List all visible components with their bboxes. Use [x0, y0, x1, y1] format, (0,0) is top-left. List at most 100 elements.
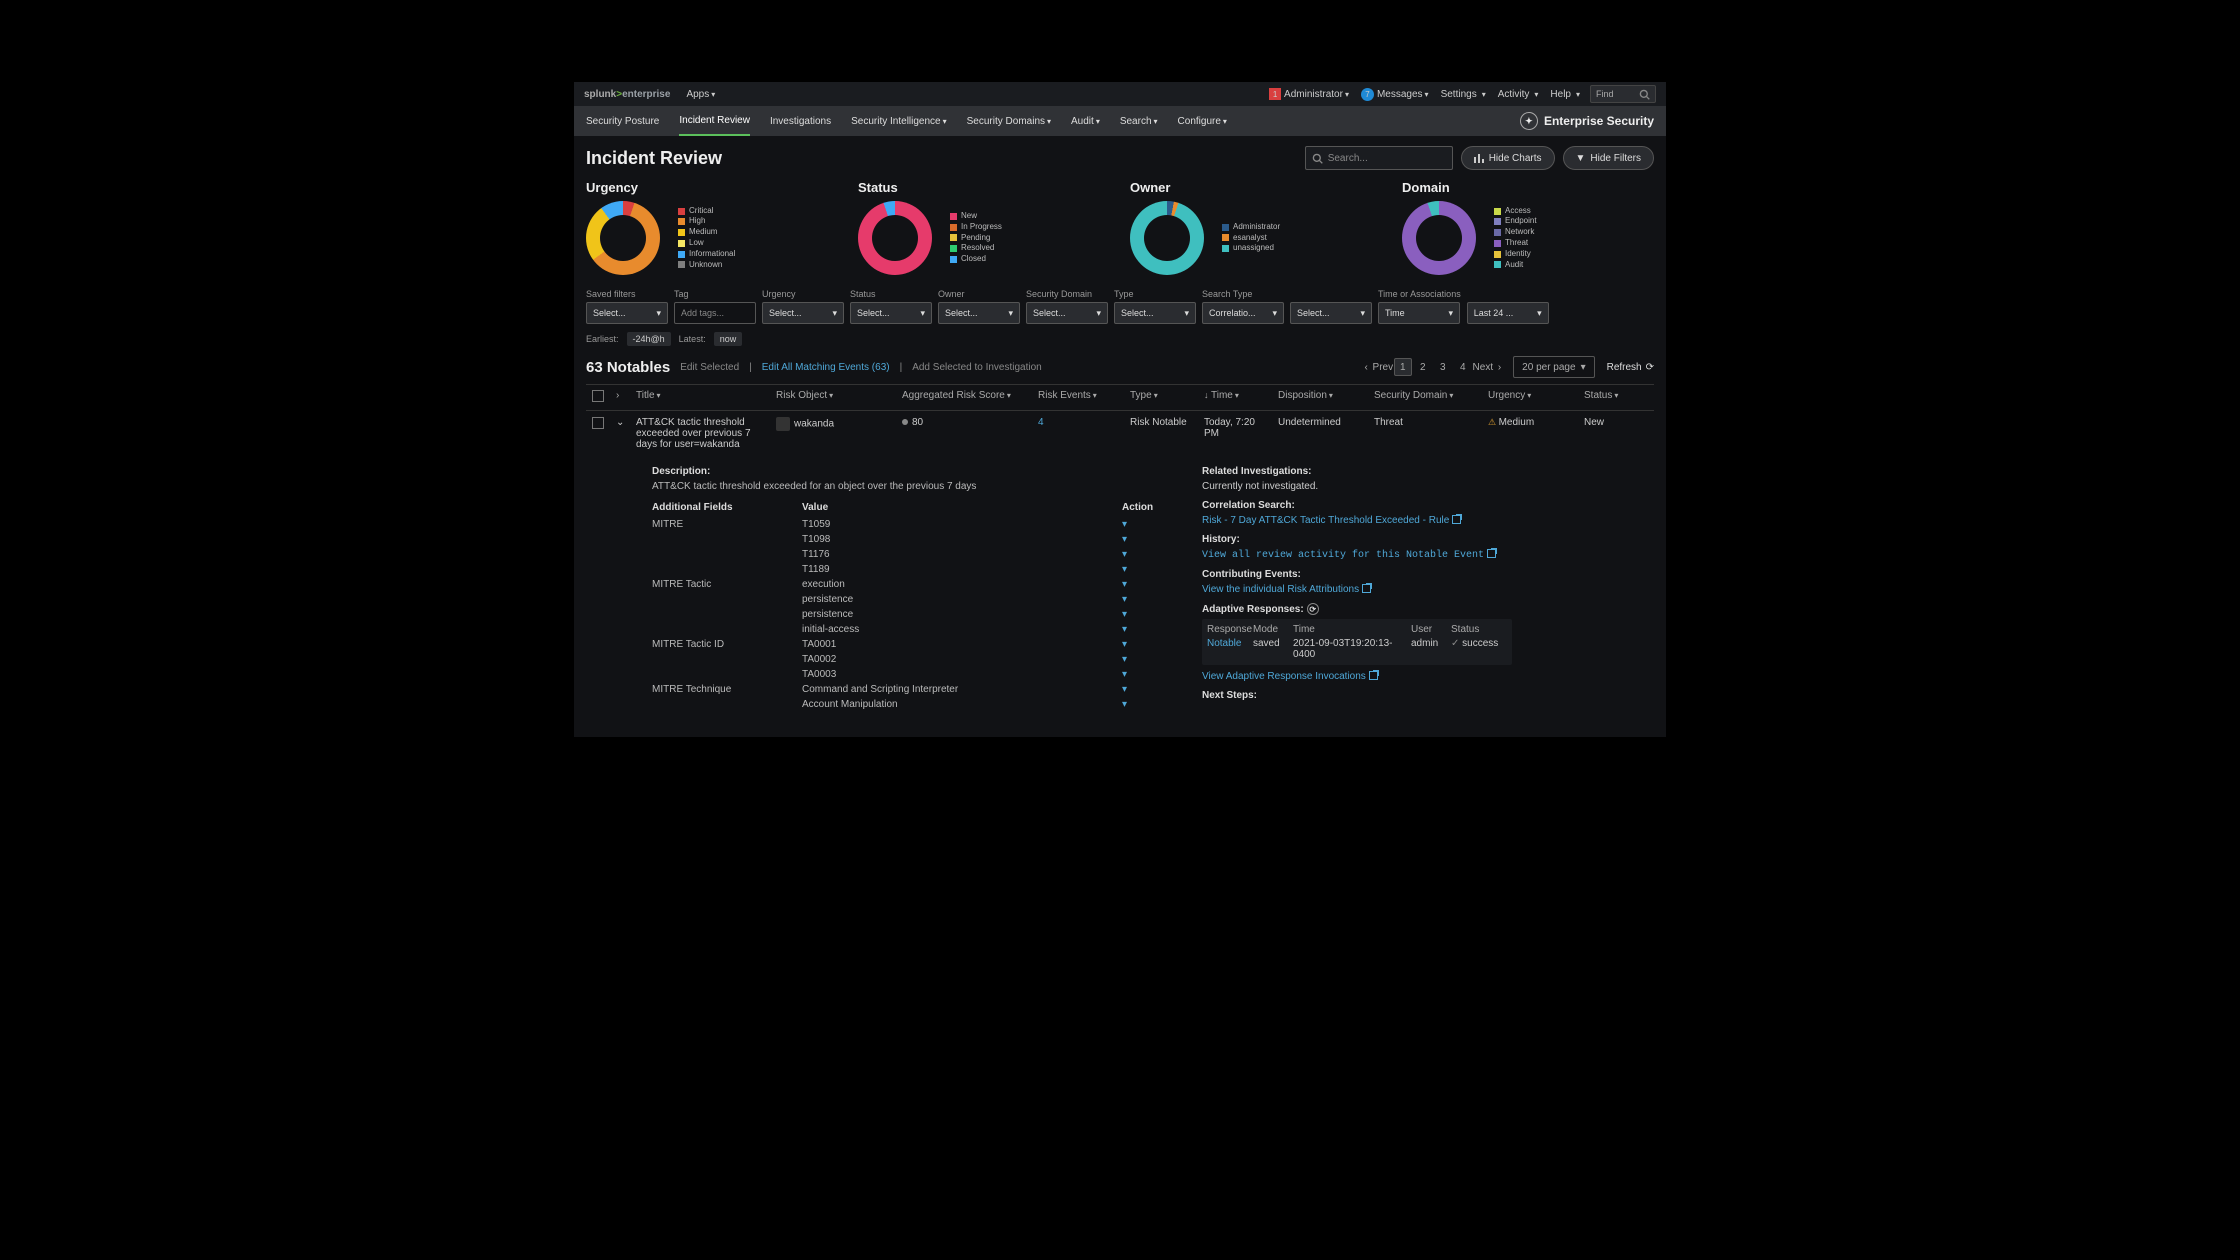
field-action-menu[interactable]: ▾	[1122, 534, 1152, 545]
correlation-search-link[interactable]: Risk - 7 Day ATT&CK Tactic Threshold Exc…	[1202, 515, 1449, 526]
nav-incident-review[interactable]: Incident Review	[679, 107, 750, 136]
related-investigations-text: Currently not investigated.	[1202, 481, 1512, 492]
field-action-menu[interactable]: ▾	[1122, 639, 1152, 650]
donut-chart	[1402, 201, 1476, 275]
filter-label: Time or Associations	[1378, 289, 1461, 299]
field-action-menu[interactable]: ▾	[1122, 564, 1152, 575]
cell-disposition: Undetermined	[1272, 417, 1368, 450]
administrator-menu[interactable]: 1 Administrator	[1269, 88, 1349, 100]
filter-label: Urgency	[762, 289, 844, 299]
filter-label: Security Domain	[1026, 289, 1108, 299]
field-action-menu[interactable]: ▾	[1122, 669, 1152, 680]
chart-urgency: Urgency CriticalHighMediumLowInformation…	[586, 180, 838, 275]
page-2-button[interactable]: 2	[1414, 358, 1432, 376]
activity-menu[interactable]: Activity	[1498, 89, 1539, 100]
tag-input[interactable]: Add tags...	[674, 302, 756, 324]
find-input[interactable]: Find	[1590, 85, 1656, 103]
edit-selected-link[interactable]: Edit Selected	[680, 362, 739, 373]
search-icon	[1639, 89, 1650, 100]
next-chevron-icon[interactable]: ›	[1498, 362, 1501, 373]
field-action-menu[interactable]: ▾	[1122, 519, 1152, 530]
field-action-menu[interactable]: ▾	[1122, 594, 1152, 605]
col-title[interactable]: Title	[630, 390, 770, 405]
page-4-button[interactable]: 4	[1454, 358, 1472, 376]
page-search-input[interactable]: Search...	[1305, 146, 1453, 170]
field-action-menu[interactable]: ▾	[1122, 624, 1152, 635]
prev-page-button[interactable]: Prev	[1374, 358, 1392, 376]
col-status[interactable]: Status	[1578, 390, 1638, 405]
earliest-pill[interactable]: -24h@h	[627, 332, 671, 346]
messages-count-icon: 7	[1361, 88, 1374, 101]
adaptive-response-link[interactable]: View Adaptive Response Invocations	[1202, 671, 1366, 682]
page-3-button[interactable]: 3	[1434, 358, 1452, 376]
field-action-menu[interactable]: ▾	[1122, 684, 1152, 695]
nav-security-posture[interactable]: Security Posture	[586, 108, 659, 135]
help-menu[interactable]: Help	[1550, 89, 1580, 100]
cell-events[interactable]: 4	[1032, 417, 1124, 450]
field-action-menu[interactable]: ▾	[1122, 654, 1152, 665]
nav-security-domains[interactable]: Security Domains	[967, 108, 1051, 135]
page-title: Incident Review	[586, 148, 722, 169]
hide-charts-button[interactable]: Hide Charts	[1461, 146, 1555, 170]
value-heading: Value	[802, 502, 1122, 513]
filter-select[interactable]: Select...▾	[1026, 302, 1108, 324]
col-score[interactable]: Aggregated Risk Score	[896, 390, 1032, 405]
bar-chart-icon	[1474, 153, 1484, 163]
contributing-events-link[interactable]: View the individual Risk Attributions	[1202, 584, 1359, 595]
latest-pill[interactable]: now	[714, 332, 743, 346]
response-link[interactable]: Notable	[1207, 638, 1253, 660]
nav-security-intelligence[interactable]: Security Intelligence	[851, 108, 947, 135]
page-1-button[interactable]: 1	[1394, 358, 1412, 376]
filter-select[interactable]: Select...▾	[1290, 302, 1372, 324]
filter-select[interactable]: Select...▾	[1114, 302, 1196, 324]
field-action-menu[interactable]: ▾	[1122, 699, 1152, 710]
row-expand-icon[interactable]: ⌄	[610, 417, 630, 450]
field-action-menu[interactable]: ▾	[1122, 609, 1152, 620]
filter-select[interactable]: Time▾	[1378, 302, 1460, 324]
nav-configure[interactable]: Configure	[1178, 108, 1227, 135]
add-to-investigation-link[interactable]: Add Selected to Investigation	[912, 362, 1042, 373]
field-action-menu[interactable]: ▾	[1122, 549, 1152, 560]
field-row: MITRE Tactic execution ▾	[652, 577, 1172, 592]
history-link[interactable]: View all review activity for this Notabl…	[1202, 550, 1484, 561]
messages-menu[interactable]: 7 Messages	[1361, 88, 1429, 101]
col-risk-object[interactable]: Risk Object	[770, 390, 896, 405]
app-navbar: Security Posture Incident Review Investi…	[574, 106, 1666, 136]
refresh-button[interactable]: Refresh ⟳	[1607, 362, 1654, 373]
field-row: T1189 ▾	[652, 562, 1172, 577]
nav-investigations[interactable]: Investigations	[770, 108, 831, 135]
select-all-checkbox[interactable]	[592, 390, 604, 402]
field-row: persistence ▾	[652, 607, 1172, 622]
filters-row: Saved filters Select...▾ Tag Add tags...…	[586, 289, 1654, 324]
prev-chevron-icon[interactable]: ‹	[1364, 362, 1367, 373]
nav-audit[interactable]: Audit	[1071, 108, 1100, 135]
filter-select[interactable]: Select...▾	[586, 302, 668, 324]
apps-menu[interactable]: Apps	[686, 89, 715, 100]
field-row: MITRE Technique Command and Scripting In…	[652, 682, 1172, 697]
contributing-events-heading: Contributing Events:	[1202, 569, 1512, 580]
filter-select[interactable]: Last 24 ...▾	[1467, 302, 1549, 324]
next-page-button[interactable]: Next	[1474, 358, 1492, 376]
table-row[interactable]: ⌄ ATT&CK tactic threshold exceeded over …	[586, 411, 1654, 456]
settings-menu[interactable]: Settings	[1441, 89, 1486, 100]
col-disposition[interactable]: Disposition	[1272, 390, 1368, 405]
row-checkbox[interactable]	[592, 417, 604, 429]
filter-select[interactable]: Select...▾	[850, 302, 932, 324]
correlation-search-heading: Correlation Search:	[1202, 500, 1512, 511]
col-type[interactable]: Type	[1124, 390, 1198, 405]
hide-filters-button[interactable]: ▼ Hide Filters	[1563, 146, 1654, 170]
field-action-menu[interactable]: ▾	[1122, 579, 1152, 590]
nav-search[interactable]: Search	[1120, 108, 1158, 135]
col-urgency[interactable]: Urgency	[1482, 390, 1578, 405]
filter-select[interactable]: Select...▾	[762, 302, 844, 324]
responses-table: Response Mode Time User Status Notable s…	[1202, 619, 1512, 665]
filter-select[interactable]: Select...▾	[938, 302, 1020, 324]
filter-select[interactable]: Correlatio...▾	[1202, 302, 1284, 324]
edit-all-link[interactable]: Edit All Matching Events (63)	[762, 362, 890, 373]
col-events[interactable]: Risk Events	[1032, 390, 1124, 405]
per-page-select[interactable]: 20 per page▾	[1513, 356, 1594, 378]
expand-all-icon[interactable]: ›	[610, 390, 630, 405]
col-domain[interactable]: Security Domain	[1368, 390, 1482, 405]
col-time[interactable]: Time	[1198, 390, 1272, 405]
chart-status: Status NewIn ProgressPendingResolvedClos…	[858, 180, 1110, 275]
